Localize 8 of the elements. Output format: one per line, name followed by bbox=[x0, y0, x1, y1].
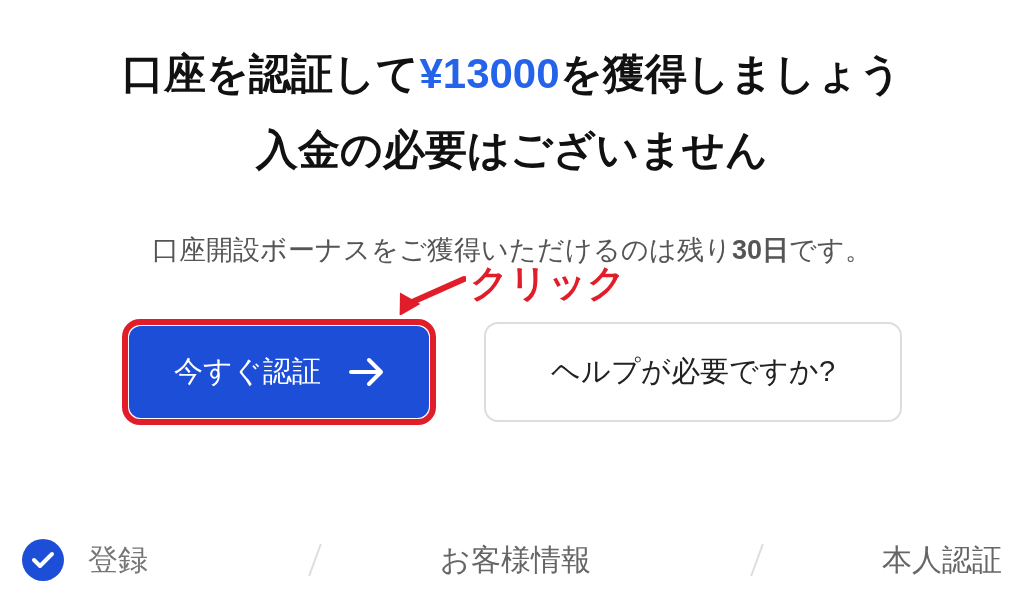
step-label: お客様情報 bbox=[439, 542, 591, 578]
step-label: 登録 bbox=[88, 542, 148, 578]
arrow-right-icon bbox=[348, 356, 385, 387]
step-label: 本人認証 bbox=[882, 542, 1002, 578]
help-button[interactable]: ヘルプが必要ですか? bbox=[484, 321, 902, 422]
headline: 口座を認証して¥13000を獲得しましょう bbox=[122, 49, 902, 99]
verify-button[interactable]: 今すぐ認証 bbox=[129, 325, 429, 418]
headline: 入金の必要はございません bbox=[256, 125, 768, 175]
